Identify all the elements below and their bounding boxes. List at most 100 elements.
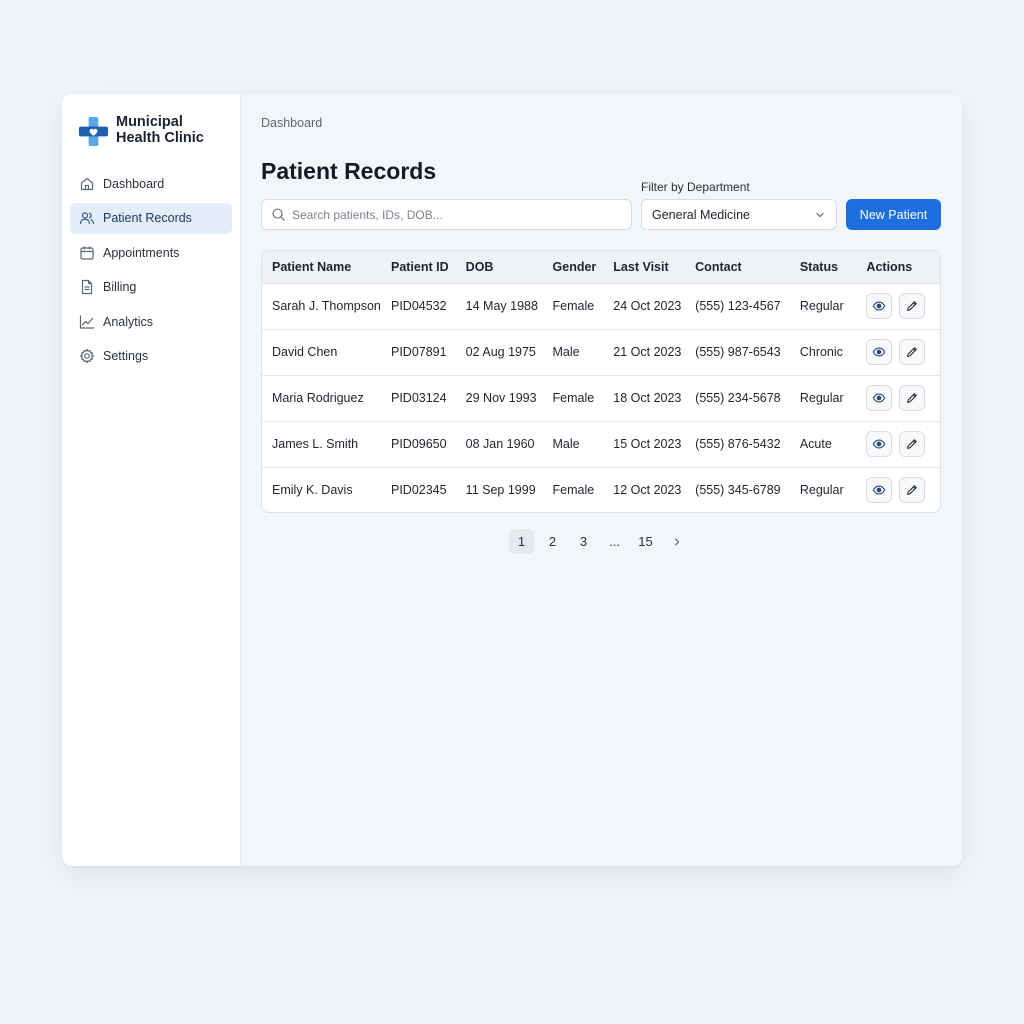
sidebar-item-label: Patient Records <box>103 211 192 226</box>
eye-icon <box>873 301 886 311</box>
new-patient-button[interactable]: New Patient <box>846 199 941 230</box>
view-button[interactable] <box>866 293 893 319</box>
next-page-button[interactable] <box>664 529 689 554</box>
eye-icon <box>873 393 886 403</box>
cell-status: Acute <box>799 437 832 451</box>
search-input[interactable] <box>292 207 612 222</box>
sidebar: Municipal Health Clinic Dashboard Patien… <box>62 94 241 866</box>
cell-patient-name: Emily K. Davis <box>272 483 353 498</box>
sidebar-item-patient-records[interactable]: Patient Records <box>70 202 232 234</box>
home-icon <box>80 177 94 190</box>
edit-button[interactable] <box>899 431 926 457</box>
cell-status: Regular <box>799 483 844 498</box>
column-header-contact[interactable]: Contact <box>685 251 790 284</box>
department-select[interactable]: General Medicine <box>641 199 837 230</box>
cell-last-visit: 15 Oct 2023 <box>613 437 682 451</box>
app-window: Municipal Health Clinic Dashboard Patien… <box>62 94 962 866</box>
cell-patient-id: PID04532 <box>390 299 447 313</box>
cell-status: Chronic <box>799 345 843 359</box>
cell-status: Regular <box>799 299 844 313</box>
page-ellipsis: ... <box>609 534 620 549</box>
cell-patient-name: David Chen <box>272 345 338 359</box>
cell-actions <box>856 283 940 329</box>
column-header-status[interactable]: Status <box>789 251 857 284</box>
cell-actions <box>856 375 940 421</box>
sidebar-item-label: Appointments <box>103 245 180 260</box>
table-row[interactable]: James L. Smith PID09650 08 Jan 1960 Male… <box>262 421 940 467</box>
chevron-right-icon <box>674 537 679 546</box>
cell-contact: (555) 123-4567 <box>695 299 781 313</box>
eye-icon <box>873 439 886 449</box>
users-icon <box>79 212 95 225</box>
edit-button[interactable] <box>899 385 926 411</box>
clinic-name-line2: Health Clinic <box>116 130 204 146</box>
pencil-icon <box>907 439 918 449</box>
clinic-name: Municipal Health Clinic <box>116 114 204 146</box>
cell-last-visit: 12 Oct 2023 <box>613 483 682 498</box>
cell-dob: 11 Sep 1999 <box>465 483 536 498</box>
view-button[interactable] <box>866 385 893 411</box>
column-header-gender[interactable]: Gender <box>542 251 604 284</box>
view-button[interactable] <box>866 339 893 365</box>
table-row[interactable]: Emily K. Davis PID02345 11 Sep 1999 Fema… <box>262 467 940 512</box>
search-box[interactable] <box>261 199 632 230</box>
table-row[interactable]: Sarah J. Thompson PID04532 14 May 1988 F… <box>262 283 940 329</box>
sidebar-item-analytics[interactable]: Analytics <box>70 306 232 337</box>
table-row[interactable]: Maria Rodriguez PID03124 29 Nov 1993 Fem… <box>262 375 940 421</box>
view-button[interactable] <box>866 477 893 504</box>
filter-label: Filter by Department <box>641 180 750 194</box>
sidebar-item-label: Billing <box>103 280 137 295</box>
gear-icon <box>79 349 95 364</box>
table-row[interactable]: David Chen PID07891 02 Aug 1975 Male 21 … <box>262 329 940 375</box>
clinic-logo-icon <box>78 116 109 147</box>
cell-actions <box>856 467 940 512</box>
cell-gender: Female <box>552 299 595 313</box>
sidebar-item-appointments[interactable]: Appointments <box>70 237 232 268</box>
column-header-dob[interactable]: DOB <box>455 251 543 284</box>
column-header-actions: Actions <box>856 251 940 284</box>
cell-dob: 29 Nov 1993 <box>465 391 537 405</box>
sidebar-item-settings[interactable]: Settings <box>70 341 232 372</box>
view-button[interactable] <box>866 431 893 457</box>
page-1-button[interactable]: 1 <box>509 529 534 554</box>
pencil-icon <box>907 347 918 357</box>
cell-last-visit: 24 Oct 2023 <box>613 299 682 313</box>
cell-patient-id: PID09650 <box>390 437 447 451</box>
cell-patient-id: PID02345 <box>390 483 447 498</box>
cell-last-visit: 18 Oct 2023 <box>613 391 682 405</box>
page-title: Patient Records <box>261 158 437 184</box>
breadcrumb[interactable]: Dashboard <box>261 116 322 130</box>
sidebar-item-label: Settings <box>103 349 149 364</box>
edit-button[interactable] <box>899 293 926 319</box>
sidebar-item-billing[interactable]: Billing <box>70 272 232 303</box>
edit-button[interactable] <box>899 477 926 504</box>
search-icon <box>272 208 285 221</box>
department-select-value: General Medicine <box>652 207 750 222</box>
main-content: Dashboard Patient Records Filter by Depa… <box>241 94 962 866</box>
cell-actions <box>856 329 940 375</box>
column-header-patient-id[interactable]: Patient ID <box>380 251 456 284</box>
edit-button[interactable] <box>899 339 926 365</box>
cell-last-visit: 21 Oct 2023 <box>613 345 682 359</box>
cell-status: Regular <box>799 391 844 405</box>
pencil-icon <box>907 485 918 496</box>
chart-line-icon <box>79 315 95 329</box>
cell-dob: 02 Aug 1975 <box>465 345 536 359</box>
page-2-button[interactable]: 2 <box>540 529 565 554</box>
cell-patient-name: Sarah J. Thompson <box>272 299 381 313</box>
cell-contact: (555) 234-5678 <box>695 391 781 405</box>
page-3-button[interactable]: 3 <box>571 529 596 554</box>
eye-icon <box>873 347 886 357</box>
cell-dob: 08 Jan 1960 <box>465 437 535 451</box>
cell-gender: Female <box>552 391 595 405</box>
column-header-last-visit[interactable]: Last Visit <box>603 251 686 284</box>
sidebar-item-dashboard[interactable]: Dashboard <box>70 168 232 199</box>
column-header-patient-name[interactable]: Patient Name <box>262 251 381 284</box>
cell-patient-name: James L. Smith <box>272 437 359 451</box>
clinic-name-line1: Municipal <box>116 114 183 130</box>
page-15-button[interactable]: 15 <box>633 529 658 554</box>
cell-patient-id: PID03124 <box>390 391 447 405</box>
cell-gender: Male <box>552 345 580 359</box>
cell-patient-name: Maria Rodriguez <box>272 391 364 405</box>
sidebar-nav: Dashboard Patient Records Appointments B… <box>70 168 232 372</box>
